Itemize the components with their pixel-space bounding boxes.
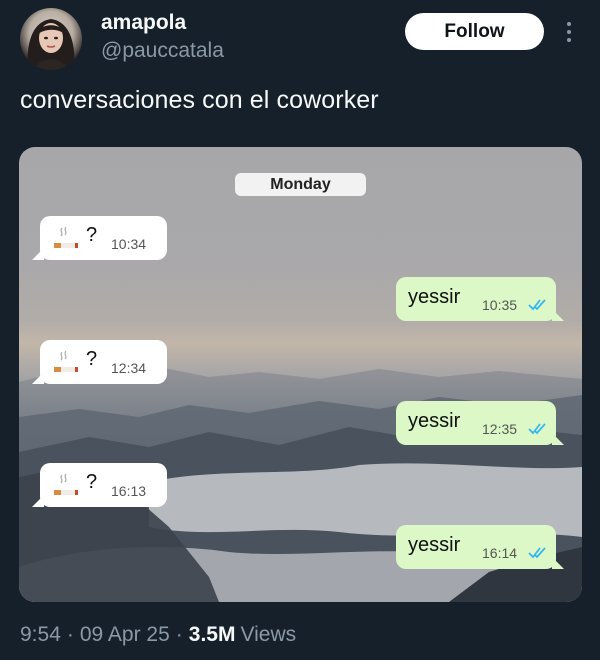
avatar-image bbox=[27, 19, 75, 70]
double-check-icon bbox=[528, 299, 546, 311]
incoming-message: ? 16:13 bbox=[32, 463, 167, 507]
tweet-date[interactable]: 09 Apr 25 bbox=[80, 623, 170, 647]
separator-dot: · bbox=[66, 623, 74, 646]
outgoing-message: yessir 12:35 bbox=[396, 401, 564, 445]
double-check-icon bbox=[528, 423, 546, 435]
message-text: ? bbox=[86, 471, 98, 493]
message-text: yessir bbox=[408, 286, 461, 308]
display-name[interactable]: amapola bbox=[101, 11, 186, 35]
double-check-icon bbox=[528, 547, 546, 559]
chat-date-chip: Monday bbox=[235, 173, 366, 196]
cigarette-icon bbox=[54, 226, 78, 248]
tweet-meta: 9:54 · 09 Apr 25 · 3.5M Views bbox=[20, 623, 296, 647]
more-vertical-icon[interactable] bbox=[559, 18, 579, 46]
message-text: yessir bbox=[408, 410, 461, 432]
views-label: Views bbox=[240, 623, 297, 646]
message-time: 12:34 bbox=[111, 360, 147, 376]
avatar[interactable] bbox=[20, 8, 82, 70]
tweet-header: amapola @pauccatala Follow bbox=[0, 0, 600, 80]
follow-button[interactable]: Follow bbox=[405, 13, 544, 50]
message-time: 16:14 bbox=[482, 545, 518, 561]
cigarette-icon bbox=[54, 350, 78, 372]
message-text: ? bbox=[86, 348, 98, 370]
message-time: 10:34 bbox=[111, 236, 147, 252]
message-text: ? bbox=[86, 224, 98, 246]
tweet: amapola @pauccatala Follow conversacione… bbox=[0, 0, 600, 660]
incoming-message: ? 12:34 bbox=[32, 340, 167, 384]
outgoing-message: yessir 10:35 bbox=[396, 277, 564, 321]
message-text: yessir bbox=[408, 534, 461, 556]
views-count: 3.5M bbox=[188, 623, 236, 646]
message-time: 10:35 bbox=[482, 297, 518, 313]
user-handle[interactable]: @pauccatala bbox=[101, 39, 224, 63]
separator-dot: · bbox=[175, 623, 183, 646]
incoming-message: ? 10:34 bbox=[32, 216, 167, 260]
tweet-text: conversaciones con el coworker bbox=[20, 86, 379, 114]
message-time: 16:13 bbox=[111, 483, 147, 499]
outgoing-message: yessir 16:14 bbox=[396, 525, 564, 569]
message-time: 12:35 bbox=[482, 421, 518, 437]
tweet-time[interactable]: 9:54 bbox=[20, 623, 61, 647]
cigarette-icon bbox=[54, 473, 78, 495]
tweet-media[interactable]: Monday ? 10:34 yessir 10:35 ? 12:34 yess… bbox=[19, 147, 582, 602]
